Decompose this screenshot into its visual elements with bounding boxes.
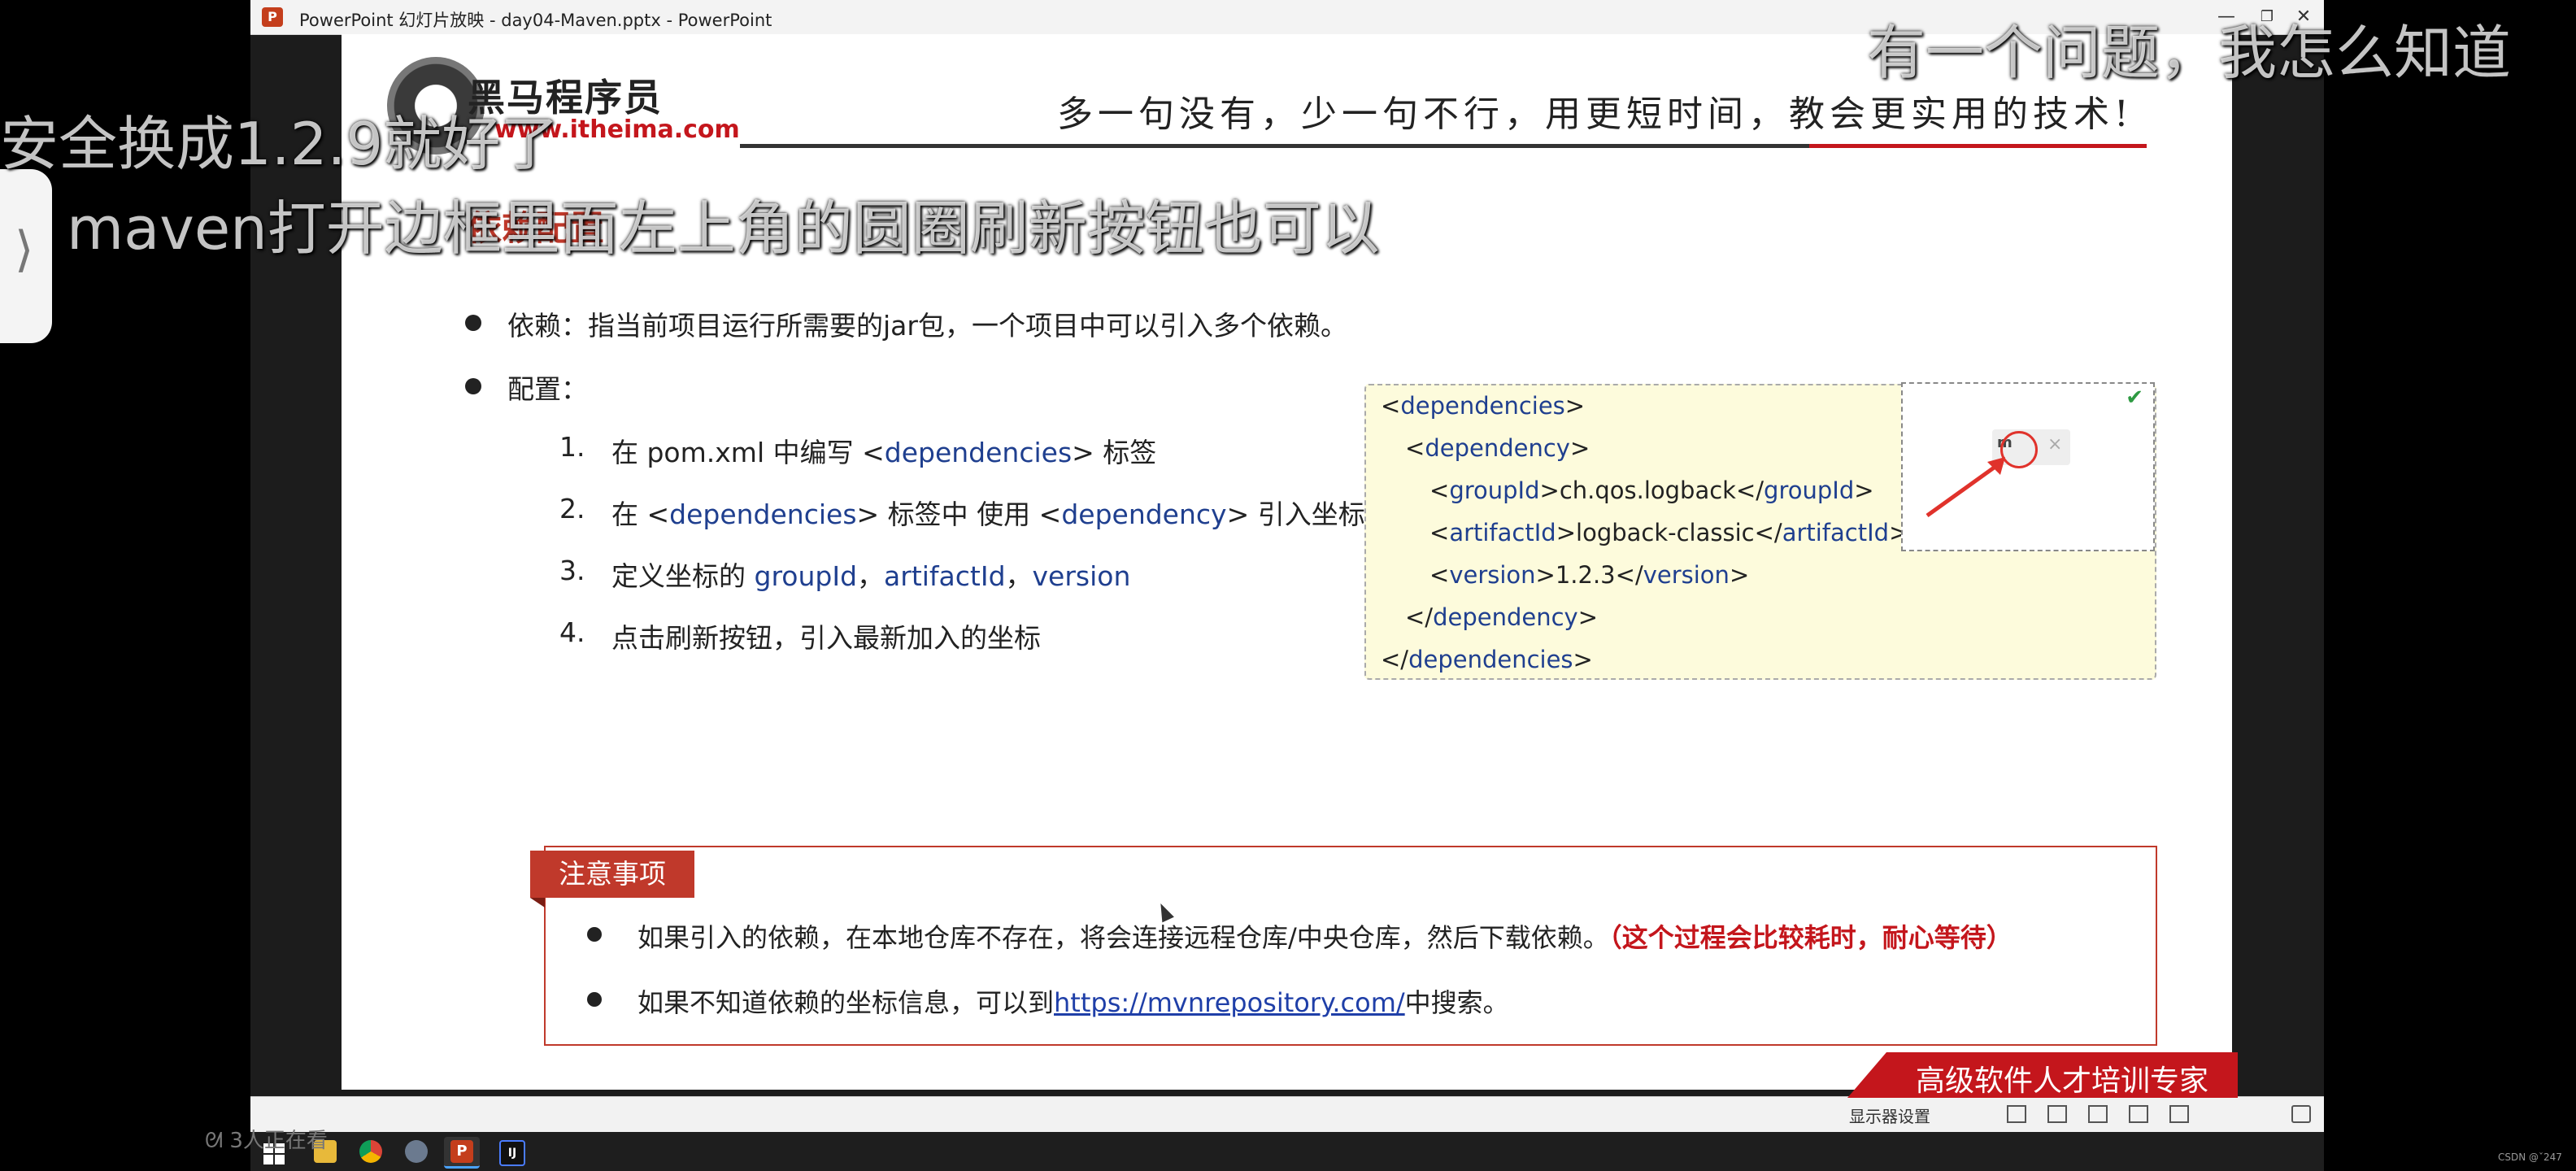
code-line: <groupId>ch.qos.logback</groupId> <box>1429 477 1874 504</box>
settings-icon[interactable] <box>398 1137 434 1166</box>
viewer-count: ᘛ 3人正在看 <box>205 1129 328 1153</box>
bullet-dot-icon <box>465 315 481 331</box>
bullet-dot-icon <box>587 992 602 1007</box>
chrome-icon[interactable] <box>353 1137 389 1166</box>
bullet-dot-icon <box>465 378 481 394</box>
status-bar: 显示器设置 <box>250 1096 2324 1133</box>
bullet-text: 依赖：指当前项目运行所需要的jar包，一个项目中可以引入多个依赖。 <box>507 310 1347 342</box>
code-line: <dependencies> <box>1381 392 1586 420</box>
powerpoint-taskbar-icon[interactable]: P <box>444 1137 480 1169</box>
chevron-right-icon: ⟩ <box>15 221 34 278</box>
notice-tag: 注意事项 <box>530 851 694 908</box>
step-number: 1. <box>559 431 585 463</box>
step-text: 点击刷新按钮，引入最新加入的坐标 <box>611 622 1041 654</box>
pointer-arrow-icon <box>1925 457 2005 518</box>
taskbar: P IJ <box>250 1132 2324 1171</box>
step-text: 在 pom.xml 中编写 <dependencies> 标签 <box>611 437 1157 468</box>
maven-refresh-screenshot: ✔ m × <box>1901 382 2155 551</box>
code-line: <artifactId>logback-classic</artifactId> <box>1429 519 1909 546</box>
window-title: PowerPoint 幻灯片放映 - day04-Maven.pptx - Po… <box>299 11 772 30</box>
code-line: </dependency> <box>1405 603 1599 631</box>
slide-slogan: 多一句没有，少一句不行，用更短时间，教会更实用的技术! <box>1057 94 2134 135</box>
fit-slide-icon[interactable] <box>2169 1105 2189 1123</box>
bullet-text: 配置： <box>507 373 588 405</box>
code-line: </dependencies> <box>1381 646 1593 673</box>
display-settings-button[interactable]: 显示器设置 <box>1849 1104 1930 1127</box>
mvnrepository-link[interactable]: https://mvnrepository.com/ <box>1054 987 1405 1018</box>
powerpoint-app-icon: P <box>262 7 283 27</box>
danmaku-comment: maven打开边框里面左上角的圆圈刷新按钮也可以 <box>67 194 1380 263</box>
step-number: 3. <box>559 555 585 586</box>
code-line: <version>1.2.3</version> <box>1429 561 1750 589</box>
slideshow-icon[interactable] <box>2129 1105 2148 1123</box>
reading-view-icon[interactable] <box>2088 1105 2108 1123</box>
footer-banner: 高级软件人才培训专家 <box>1847 1052 2238 1098</box>
footer-text: 高级软件人才培训专家 <box>1916 1064 2209 1098</box>
intellij-idea-icon[interactable]: IJ <box>493 1137 529 1166</box>
bullet-dot-icon <box>587 927 602 942</box>
presenter-icon[interactable] <box>2291 1105 2311 1123</box>
step-number: 4. <box>559 616 585 648</box>
code-line: <dependency> <box>1405 434 1590 462</box>
csdn-watermark: CSDN @ˇ247 <box>2498 1151 2562 1163</box>
step-number: 2. <box>559 493 585 525</box>
check-icon: ✔ <box>2126 385 2143 410</box>
header-divider-accent <box>1809 144 2147 148</box>
step-text: 定义坐标的 groupId，artifactId，version <box>611 560 1131 592</box>
danmaku-comment: 安全换成1.2.9就好了 <box>0 110 559 178</box>
normal-view-icon[interactable] <box>2007 1105 2026 1123</box>
step-text: 在 <dependencies> 标签中 使用 <dependency> 引入坐… <box>611 498 1365 530</box>
side-expand-tab[interactable]: ⟩ <box>0 169 52 343</box>
danmaku-comment: 有一个问题，我怎么知道 <box>1867 19 2512 87</box>
close-icon: × <box>2047 434 2063 455</box>
slide-sorter-icon[interactable] <box>2047 1105 2067 1123</box>
